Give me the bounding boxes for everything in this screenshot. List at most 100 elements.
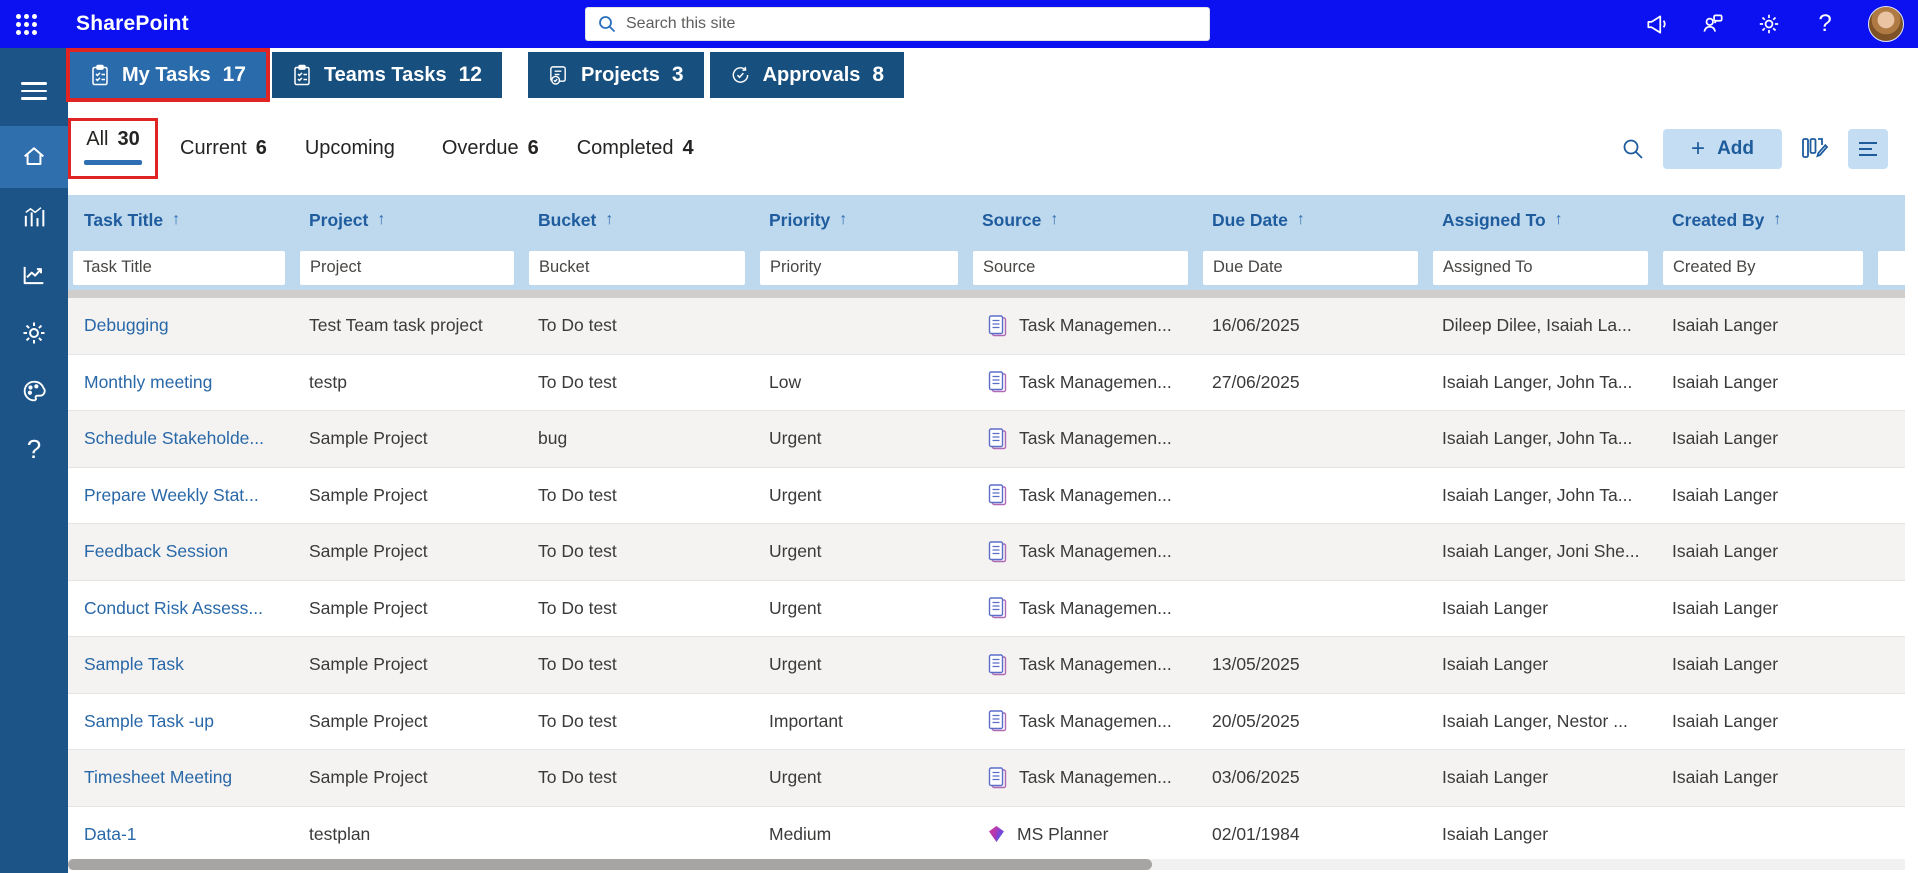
- megaphone-icon[interactable]: [1644, 11, 1670, 37]
- table-row[interactable]: Sample Task -up Sample Project To Do tes…: [68, 693, 1905, 750]
- column-header-task-title[interactable]: Task Title ↑: [68, 210, 295, 231]
- tab-my-tasks[interactable]: My Tasks 17: [66, 48, 270, 102]
- filter-tab-upcoming[interactable]: Upcoming: [305, 137, 404, 160]
- table-row[interactable]: Debugging Test Team task project To Do t…: [68, 298, 1905, 355]
- sort-asc-icon: ↑: [839, 211, 848, 228]
- search-input[interactable]: [626, 15, 1197, 33]
- column-header-due-date[interactable]: Due Date ↑: [1198, 210, 1428, 231]
- filter-tab-completed[interactable]: Completed 4: [577, 137, 694, 160]
- app-launcher-icon[interactable]: [0, 0, 52, 48]
- created-by-cell: Isaiah Langer: [1672, 654, 1779, 675]
- source-label: MS Planner: [1017, 823, 1109, 844]
- settings-icon[interactable]: [1756, 11, 1782, 37]
- task-title-link[interactable]: Schedule Stakeholde...: [68, 428, 295, 449]
- table-row[interactable]: Timesheet Meeting Sample Project To Do t…: [68, 750, 1905, 807]
- source-label: Task Managemen...: [1019, 597, 1172, 618]
- horizontal-scrollbar-thumb[interactable]: [68, 859, 1152, 870]
- source-cell: Task Managemen...: [968, 428, 1198, 450]
- gear-icon: [23, 322, 45, 344]
- task-title-link[interactable]: Timesheet Meeting: [68, 767, 295, 788]
- filter-input-assigned-to[interactable]: [1433, 250, 1648, 285]
- table-row[interactable]: Sample Task Sample Project To Do test Ur…: [68, 637, 1905, 694]
- feedback-people-icon[interactable]: [1700, 11, 1726, 37]
- filter-input-priority[interactable]: [760, 250, 958, 285]
- source-cell: Task Managemen...: [968, 710, 1198, 732]
- bar-chart-icon: [24, 207, 45, 227]
- sort-asc-icon: ↑: [1773, 211, 1782, 228]
- help-icon: ?: [26, 433, 42, 464]
- table-row[interactable]: Prepare Weekly Stat... Sample Project To…: [68, 467, 1905, 524]
- created-by-cell: Isaiah Langer: [1672, 484, 1779, 505]
- list-view-icon: [1859, 141, 1877, 156]
- table-row[interactable]: Feedback Session Sample Project To Do te…: [68, 524, 1905, 581]
- list-view-button[interactable]: [1848, 128, 1888, 169]
- column-header-source[interactable]: Source ↑: [968, 210, 1198, 231]
- tab-count: 3: [671, 63, 684, 86]
- source-cell: Task Managemen...: [968, 654, 1198, 676]
- search-icon[interactable]: [1621, 137, 1645, 161]
- filter-tab-current[interactable]: Current 6: [180, 137, 267, 160]
- column-header-bucket[interactable]: Bucket ↑: [524, 210, 755, 231]
- filter-input-cutoff[interactable]: [1878, 250, 1908, 285]
- source-cell: Task Managemen...: [968, 484, 1198, 506]
- task-title-link[interactable]: Monthly meeting: [68, 372, 295, 393]
- sort-asc-icon: ↑: [172, 211, 181, 228]
- due-date-cell: 03/06/2025: [1212, 767, 1300, 788]
- filter-tab-overdue[interactable]: Overdue 6: [442, 137, 539, 160]
- sidebar-item-dashboard[interactable]: [0, 188, 68, 246]
- project-cell: Sample Project: [309, 767, 428, 788]
- sidebar-item-help[interactable]: ?: [0, 420, 68, 478]
- menu-icon[interactable]: [0, 62, 68, 120]
- column-header-priority[interactable]: Priority ↑: [755, 210, 968, 231]
- tab-projects[interactable]: Projects 3: [527, 52, 704, 98]
- sidebar-item-reports[interactable]: [0, 246, 68, 304]
- bucket-cell: To Do test: [538, 654, 617, 675]
- filter-input-task-title[interactable]: [73, 250, 285, 285]
- filter-input-project[interactable]: [300, 250, 514, 285]
- task-title-link[interactable]: Sample Task: [68, 654, 295, 675]
- table-row[interactable]: Data-1 testplan Medium MS Planner 02/01/…: [68, 806, 1905, 863]
- priority-cell: Urgent: [769, 484, 822, 505]
- column-header-created-by[interactable]: Created By ↑: [1658, 210, 1873, 231]
- task-title-link[interactable]: Sample Task -up: [68, 711, 295, 732]
- sidebar-item-theme[interactable]: [0, 362, 68, 420]
- task-title-link[interactable]: Data-1: [68, 824, 295, 845]
- bucket-cell: To Do test: [538, 541, 617, 562]
- filter-tab-all[interactable]: All 30: [68, 118, 158, 179]
- task-title-link[interactable]: Debugging: [68, 315, 295, 336]
- task-title-link[interactable]: Feedback Session: [68, 541, 295, 562]
- filter-input-due-date[interactable]: [1203, 250, 1418, 285]
- table-row[interactable]: Schedule Stakeholde... Sample Project bu…: [68, 411, 1905, 468]
- search-icon: [599, 16, 616, 33]
- task-title-link[interactable]: Conduct Risk Assess...: [68, 598, 295, 619]
- tab-approvals[interactable]: Approvals 8: [709, 52, 905, 98]
- assigned-to-cell: Isaiah Langer: [1442, 654, 1549, 675]
- created-by-cell: Isaiah Langer: [1672, 541, 1779, 562]
- table-row[interactable]: Monthly meeting testp To Do test Low Tas…: [68, 354, 1905, 411]
- task-title-link[interactable]: Prepare Weekly Stat...: [68, 485, 295, 506]
- tab-teams-tasks[interactable]: Teams Tasks 12: [271, 52, 502, 98]
- assigned-to-cell: Isaiah Langer, Joni She...: [1442, 541, 1640, 562]
- source-cell: Task Managemen...: [968, 541, 1198, 563]
- help-icon[interactable]: ?: [1812, 10, 1838, 37]
- filter-input-created-by[interactable]: [1663, 250, 1863, 285]
- column-header-project[interactable]: Project ↑: [295, 210, 524, 231]
- user-avatar[interactable]: [1868, 6, 1904, 42]
- grid-top-scrollbar[interactable]: [68, 290, 1905, 298]
- column-header-assigned-to[interactable]: Assigned To ↑: [1428, 210, 1658, 231]
- sidebar-item-home[interactable]: [0, 126, 68, 188]
- task-management-icon: [988, 484, 1007, 506]
- table-row[interactable]: Conduct Risk Assess... Sample Project To…: [68, 580, 1905, 637]
- filter-input-source[interactable]: [973, 250, 1188, 285]
- source-cell: Task Managemen...: [968, 767, 1198, 789]
- sidebar-item-settings[interactable]: [0, 304, 68, 362]
- edit-columns-icon[interactable]: [1800, 135, 1830, 163]
- add-button[interactable]: + Add: [1663, 128, 1782, 169]
- tab-label: Teams Tasks: [323, 63, 447, 86]
- task-management-icon: [988, 541, 1007, 562]
- horizontal-scrollbar[interactable]: [68, 859, 1905, 870]
- filter-input-bucket[interactable]: [529, 250, 745, 285]
- site-search[interactable]: [585, 7, 1210, 41]
- created-by-cell: Isaiah Langer: [1672, 710, 1779, 731]
- project-cell: Sample Project: [309, 484, 428, 505]
